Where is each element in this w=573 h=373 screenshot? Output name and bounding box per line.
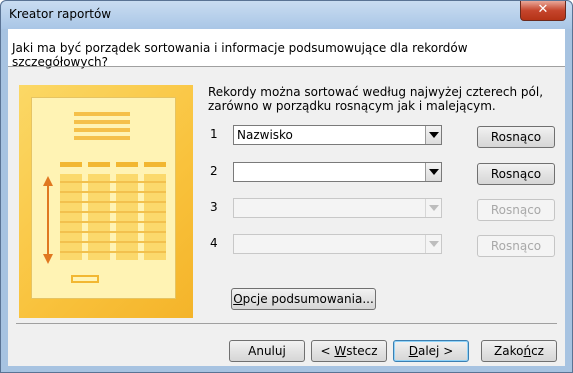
sort-field-2-combo[interactable] [233,162,442,182]
header-divider [8,66,565,67]
chevron-down-icon [425,199,441,217]
back-button[interactable]: < Wstecz [311,340,387,362]
next-button[interactable]: Dalej > [393,340,469,362]
footer-divider [16,323,557,324]
dialog-body: Jaki ma być porządek sortowania i inform… [8,29,565,366]
report-preview-illustration [19,85,193,318]
chevron-down-icon[interactable] [425,163,441,181]
report-wizard-window: Kreator raportów ✕ Jaki ma być porządek … [0,0,573,373]
finish-button[interactable]: Zakończ [481,340,557,362]
sort-row-2-number: 2 [210,164,218,178]
wizard-header: Jaki ma być porządek sortowania i inform… [8,29,565,69]
cancel-button[interactable]: Anuluj [229,340,305,362]
chevron-down-icon [425,235,441,253]
sort-order-3-button: Rosnąco [477,199,555,221]
summary-options-button[interactable]: Opcje podsumowania... [231,288,376,310]
sort-order-4-button: Rosnąco [477,235,555,257]
sort-field-4-combo [233,234,442,254]
sort-row-1-number: 1 [210,127,218,141]
chevron-down-icon[interactable] [425,126,441,144]
sort-order-1-button[interactable]: Rosnąco [477,126,555,148]
sort-field-1-combo[interactable]: Nazwisko [233,125,442,145]
report-layout-icon [43,112,166,283]
sort-description: Rekordy można sortować według najwyżej c… [208,85,544,113]
sort-order-2-button[interactable]: Rosnąco [477,163,555,185]
sort-row-4-number: 4 [210,236,218,250]
wizard-question: Jaki ma być porządek sortowania i inform… [12,41,468,69]
sort-row-3-number: 3 [210,200,218,214]
sort-field-1-value: Nazwisko [237,128,293,142]
report-paper-image [31,97,176,299]
window-title: Kreator raportów [9,7,112,21]
close-icon[interactable]: ✕ [520,1,566,21]
title-bar[interactable]: Kreator raportów ✕ [1,1,572,29]
sort-field-3-combo [233,198,442,218]
